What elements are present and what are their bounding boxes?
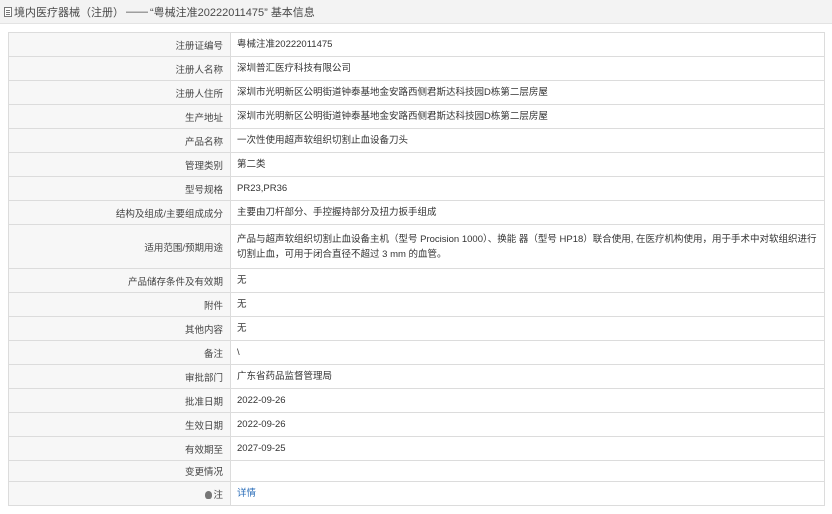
row-label: 注册证编号 <box>8 32 231 57</box>
row-value: \ <box>230 340 825 365</box>
note-value-cell: 详情 <box>230 481 825 506</box>
row-value: 第二类 <box>230 152 825 177</box>
row-value: 产品与超声软组织切割止血设备主机（型号 Procision 1000）、换能 器… <box>230 224 825 269</box>
row-value: 无 <box>230 292 825 317</box>
row-label: 型号规格 <box>8 176 231 201</box>
table-row: 生产地址 深圳市光明新区公明街道钟泰基地金安路西侧君斯达科技园D栋第二层房屋 <box>8 104 825 129</box>
table-row: 型号规格 PR23,PR36 <box>8 176 825 201</box>
row-value: 无 <box>230 268 825 293</box>
table-row: 生效日期 2022-09-26 <box>8 412 825 437</box>
row-label: 变更情况 <box>8 460 231 482</box>
title-registration-number: “粤械注准20222011475” <box>150 6 268 19</box>
page-title-bar: 境内医疗器械（注册） —— “粤械注准20222011475” 基本信息 <box>0 0 832 24</box>
row-label: 生产地址 <box>8 104 231 129</box>
row-value: 粤械注准20222011475 <box>230 32 825 57</box>
note-row: 注 详情 <box>8 481 825 506</box>
tip-icon <box>205 490 213 499</box>
row-label: 备注 <box>8 340 231 365</box>
table-row: 适用范围/预期用途 产品与超声软组织切割止血设备主机（型号 Procision … <box>8 224 825 269</box>
row-value: 深圳普汇医疗科技有限公司 <box>230 56 825 81</box>
row-label: 审批部门 <box>8 364 231 389</box>
title-prefix: 境内医疗器械（注册） <box>14 6 124 19</box>
note-label: 注 <box>213 489 223 501</box>
row-value: 2027-09-25 <box>230 436 825 461</box>
table-row: 变更情况 <box>8 460 825 482</box>
row-label: 有效期至 <box>8 436 231 461</box>
row-label: 批准日期 <box>8 388 231 413</box>
table-row: 注册人名称 深圳普汇医疗科技有限公司 <box>8 56 825 81</box>
row-label: 生效日期 <box>8 412 231 437</box>
row-label: 其他内容 <box>8 316 231 341</box>
table-row: 有效期至 2027-09-25 <box>8 436 825 461</box>
table-row: 产品储存条件及有效期 无 <box>8 268 825 293</box>
table-row: 管理类别 第二类 <box>8 152 825 177</box>
table-row: 结构及组成/主要组成成分 主要由刀杆部分、手控握持部分及扭力扳手组成 <box>8 200 825 225</box>
row-value: 深圳市光明新区公明街道钟泰基地金安路西侧君斯达科技园D栋第二层房屋 <box>230 80 825 105</box>
row-value: 广东省药品监督管理局 <box>230 364 825 389</box>
row-label: 产品储存条件及有效期 <box>8 268 231 293</box>
row-label: 结构及组成/主要组成成分 <box>8 200 231 225</box>
row-value: PR23,PR36 <box>230 176 825 201</box>
row-value: 深圳市光明新区公明街道钟泰基地金安路西侧君斯达科技园D栋第二层房屋 <box>230 104 825 129</box>
row-label: 管理类别 <box>8 152 231 177</box>
row-value: 主要由刀杆部分、手控握持部分及扭力扳手组成 <box>230 200 825 225</box>
table-row: 批准日期 2022-09-26 <box>8 388 825 413</box>
details-link[interactable]: 详情 <box>237 488 256 499</box>
row-label: 注册人名称 <box>8 56 231 81</box>
note-label-cell: 注 <box>8 481 231 506</box>
table-row: 注册证编号 粤械注准20222011475 <box>8 32 825 57</box>
row-value <box>230 460 825 482</box>
table-row: 备注 \ <box>8 340 825 365</box>
title-separator: —— <box>126 5 148 18</box>
row-value: 一次性使用超声软组织切割止血设备刀头 <box>230 128 825 153</box>
table-row: 审批部门 广东省药品监督管理局 <box>8 364 825 389</box>
document-icon <box>4 6 12 17</box>
detail-table: 注册证编号 粤械注准20222011475 注册人名称 深圳普汇医疗科技有限公司… <box>8 32 825 506</box>
table-row: 其他内容 无 <box>8 316 825 341</box>
row-value: 2022-09-26 <box>230 412 825 437</box>
table-row: 产品名称 一次性使用超声软组织切割止血设备刀头 <box>8 128 825 153</box>
table-row: 注册人住所 深圳市光明新区公明街道钟泰基地金安路西侧君斯达科技园D栋第二层房屋 <box>8 80 825 105</box>
row-label: 附件 <box>8 292 231 317</box>
row-label: 注册人住所 <box>8 80 231 105</box>
title-suffix: 基本信息 <box>270 6 315 19</box>
row-value: 2022-09-26 <box>230 388 825 413</box>
table-row: 附件 无 <box>8 292 825 317</box>
row-value: 无 <box>230 316 825 341</box>
row-label: 适用范围/预期用途 <box>8 224 231 269</box>
row-label: 产品名称 <box>8 128 231 153</box>
